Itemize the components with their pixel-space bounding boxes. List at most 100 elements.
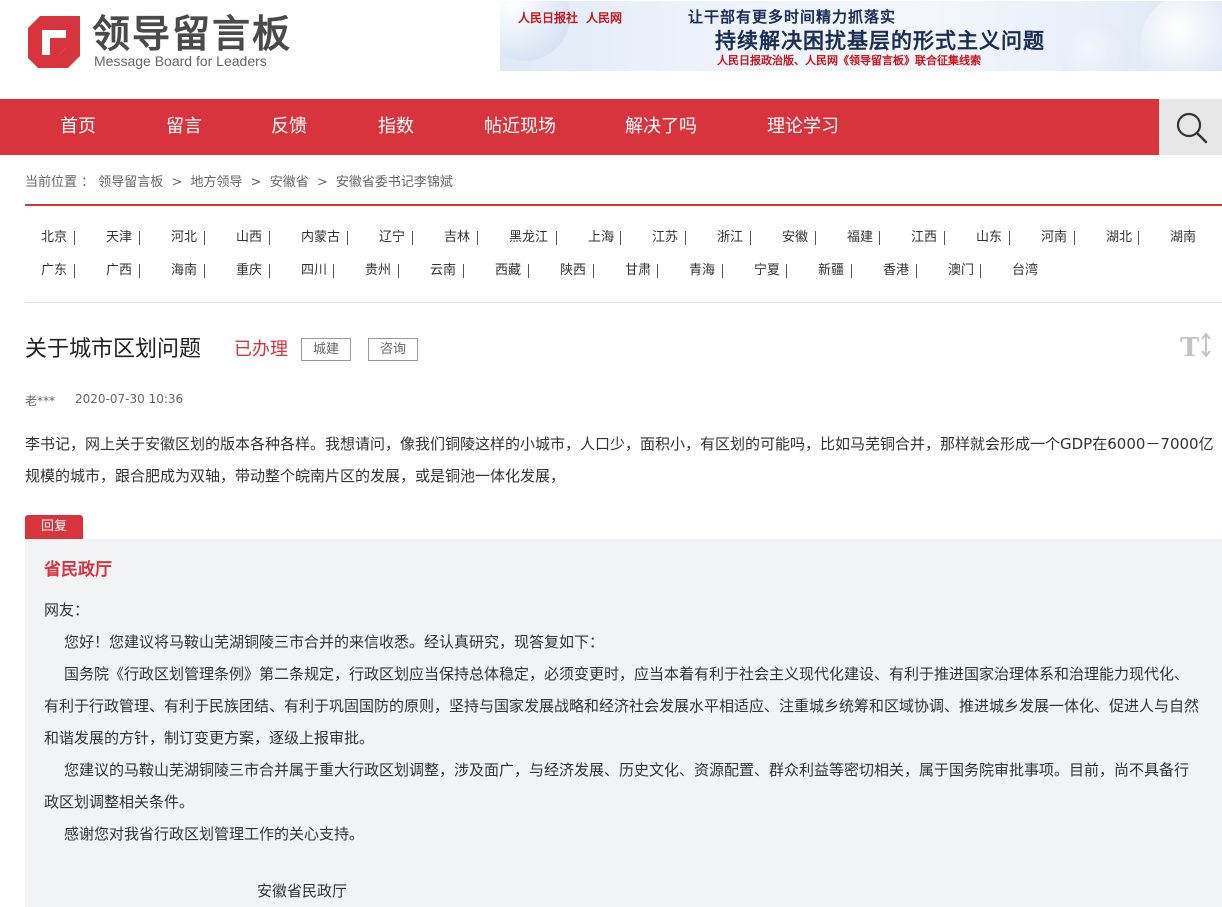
province-separator (851, 264, 852, 278)
province-link[interactable]: 山东 (976, 228, 1002, 248)
font-size-toggle[interactable]: T (1180, 330, 1214, 363)
province-link[interactable]: 香港 (883, 261, 909, 281)
province-link[interactable]: 吉林 (444, 228, 470, 248)
breadcrumb-separator: > (316, 175, 328, 190)
province-link[interactable]: 山西 (236, 228, 262, 248)
reply-badge: 回复 (25, 515, 83, 539)
province-link[interactable]: 内蒙古 (301, 228, 340, 248)
province-link[interactable]: 黑龙江 (509, 228, 548, 248)
breadcrumb-separator: > (250, 175, 262, 190)
province-link[interactable]: 新疆 (818, 261, 844, 281)
province-link[interactable]: 上海 (588, 228, 614, 248)
campaign-banner[interactable]: 人民日报社 人民网 让干部有更多时间精力抓落实 持续解决困扰基层的形式主义问题 人… (500, 1, 1222, 71)
nav-item-index[interactable]: 指数 (378, 99, 414, 155)
tag-urban-construction[interactable]: 城建 (301, 338, 351, 361)
province-link[interactable]: 云南 (430, 261, 456, 281)
peoples-daily-logo: 人民日报社 (518, 11, 579, 25)
reply-paragraph: 感谢您对我省行政区划管理工作的关心支持。 (64, 825, 365, 843)
province-link[interactable]: 北京 (41, 228, 67, 248)
nav-item-feedback[interactable]: 反馈 (271, 99, 307, 155)
province-link[interactable]: 广东 (41, 261, 67, 281)
logo-subtitle: Message Board for Leaders (94, 53, 267, 69)
province-link[interactable]: 四川 (301, 261, 327, 281)
province-link[interactable]: 重庆 (236, 261, 262, 281)
post-author: 老*** (25, 394, 56, 408)
province-separator (74, 231, 75, 245)
province-separator (916, 264, 917, 278)
province-link[interactable]: 台湾 (1012, 261, 1038, 281)
bubble-decoration (1140, 1, 1222, 71)
province-separator (944, 231, 945, 245)
province-separator (657, 264, 658, 278)
breadcrumb-link-local[interactable]: 地方领导 (190, 175, 242, 190)
province-link[interactable]: 甘肃 (625, 261, 651, 281)
province-link[interactable]: 天津 (106, 228, 132, 248)
banner-line-2: 持续解决困扰基层的形式主义问题 (715, 28, 1045, 53)
province-link[interactable]: 浙江 (717, 228, 743, 248)
province-link[interactable]: 澳门 (948, 261, 974, 281)
breadcrumb-separator: > (171, 175, 183, 190)
nav-item-resolved[interactable]: 解决了吗 (625, 99, 697, 155)
province-separator (786, 264, 787, 278)
province-separator (593, 264, 594, 278)
province-link[interactable]: 江西 (911, 228, 937, 248)
nav-item-message[interactable]: 留言 (166, 99, 202, 155)
banner-line-1: 让干部有更多时间精力抓落实 (688, 8, 897, 26)
province-link[interactable]: 贵州 (365, 261, 391, 281)
search-button[interactable] (1159, 99, 1222, 155)
province-link[interactable]: 湖北 (1106, 228, 1132, 248)
post-time: 2020-07-30 10:36 (75, 392, 184, 406)
breadcrumb-link-board[interactable]: 领导留言板 (98, 175, 163, 190)
province-link[interactable]: 辽宁 (379, 228, 405, 248)
banner-line-3: 人民日报政治版、人民网《领导留言板》联合征集线索 (717, 54, 981, 67)
bubble-decoration (1060, 21, 1130, 71)
tag-consult[interactable]: 咨询 (368, 338, 418, 361)
breadcrumb-link-leader[interactable]: 安徽省委书记李锦斌 (336, 175, 453, 190)
province-separator (1138, 231, 1139, 245)
post-title: 关于城市区划问题 (25, 337, 202, 362)
province-separator (980, 264, 981, 278)
province-separator (685, 231, 686, 245)
province-separator (879, 231, 880, 245)
site-header: 领导留言板 Message Board for Leaders 人民日报社 人民网… (0, 0, 1222, 99)
breadcrumb-link-province[interactable]: 安徽省 (270, 175, 309, 190)
reply-body: 网友： 您好！您建议将马鞍山芜湖铜陵三市合并的来信收悉。经认真研究，现答复如下：… (44, 594, 1202, 850)
site-logo[interactable]: 领导留言板 Message Board for Leaders (26, 12, 290, 70)
nav-item-home[interactable]: 首页 (60, 99, 96, 155)
post-content: 李书记，网上关于安徽区划的版本各种各样。我想请问，像我们铜陵这样的小城市，人口少… (25, 435, 1214, 485)
breadcrumb-label: 当前位置 ： (25, 175, 95, 190)
section-divider (25, 204, 1222, 206)
province-link[interactable]: 湖南 (1170, 228, 1196, 248)
province-separator (269, 264, 270, 278)
province-separator (815, 231, 816, 245)
province-link[interactable]: 安徽 (782, 228, 808, 248)
province-separator (139, 231, 140, 245)
reply-organization: 省民政厅 (44, 560, 112, 580)
province-link[interactable]: 河北 (171, 228, 197, 248)
province-link[interactable]: 宁夏 (754, 261, 780, 281)
province-link[interactable]: 青海 (689, 261, 715, 281)
province-link[interactable]: 海南 (171, 261, 197, 281)
province-link[interactable]: 陕西 (560, 261, 586, 281)
reply-paragraph: 国务院《行政区划管理条例》第二条规定，行政区划应当保持总体稳定，必须变更时，应当… (44, 665, 1200, 747)
font-size-icon: T (1180, 332, 1211, 363)
province-link[interactable]: 西藏 (495, 261, 521, 281)
province-link[interactable]: 河南 (1041, 228, 1067, 248)
province-link[interactable]: 福建 (847, 228, 873, 248)
province-separator (463, 264, 464, 278)
reply-paragraph: 您建议的马鞍山芜湖铜陵三市合并属于重大行政区划调整，涉及面广，与经济发展、历史文… (44, 761, 1190, 811)
people-cn-logo: 人民网 (586, 11, 623, 25)
province-link[interactable]: 广西 (106, 261, 132, 281)
province-separator (412, 231, 413, 245)
reply-signature: 安徽省民政厅 (257, 882, 348, 900)
province-separator (722, 264, 723, 278)
province-link[interactable]: 江苏 (652, 228, 678, 248)
province-separator (398, 264, 399, 278)
nav-item-theory[interactable]: 理论学习 (767, 99, 839, 155)
breadcrumb: 当前位置 ： 领导留言板 > 地方领导 > 安徽省 > 安徽省委书记李锦斌 (25, 171, 453, 190)
province-list: 北京 天津 河北 山西 内蒙古 辽宁 吉林 黑龙江 上海 江苏 浙江 安徽 福建 江西 山东 河南 湖北 湖南 广… (25, 226, 1222, 292)
reply-greeting: 网友： (44, 601, 90, 619)
nav-item-scene[interactable]: 帖近现场 (484, 99, 556, 155)
main-nav: 首页 留言 反馈 指数 帖近现场 解决了吗 理论学习 (0, 99, 1222, 155)
province-separator (74, 264, 75, 278)
